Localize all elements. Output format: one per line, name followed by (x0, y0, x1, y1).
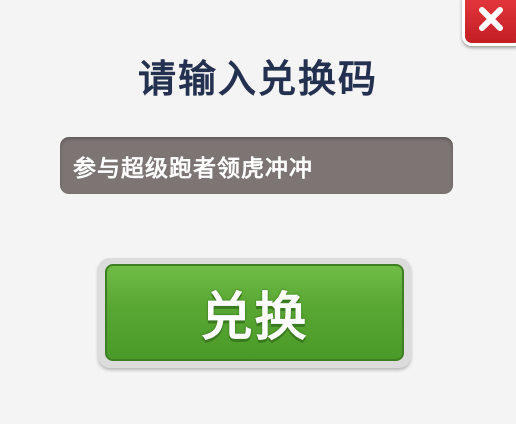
redeem-button-face: 兑换 (105, 264, 404, 361)
redeem-code-input[interactable]: 参与超级跑者领虎冲冲 (60, 137, 453, 194)
redeem-button-label: 兑换 (200, 288, 309, 348)
screen: 请输入兑换码 参与超级跑者领虎冲冲 兑换 (0, 0, 516, 424)
close-button[interactable] (462, 0, 516, 46)
close-icon (479, 7, 503, 31)
redeem-code-dialog: 请输入兑换码 参与超级跑者领虎冲冲 兑换 (0, 0, 516, 424)
redeem-code-value: 参与超级跑者领虎冲冲 (73, 155, 313, 182)
dialog-title: 请输入兑换码 (137, 57, 378, 101)
redeem-button[interactable]: 兑换 (98, 258, 411, 368)
